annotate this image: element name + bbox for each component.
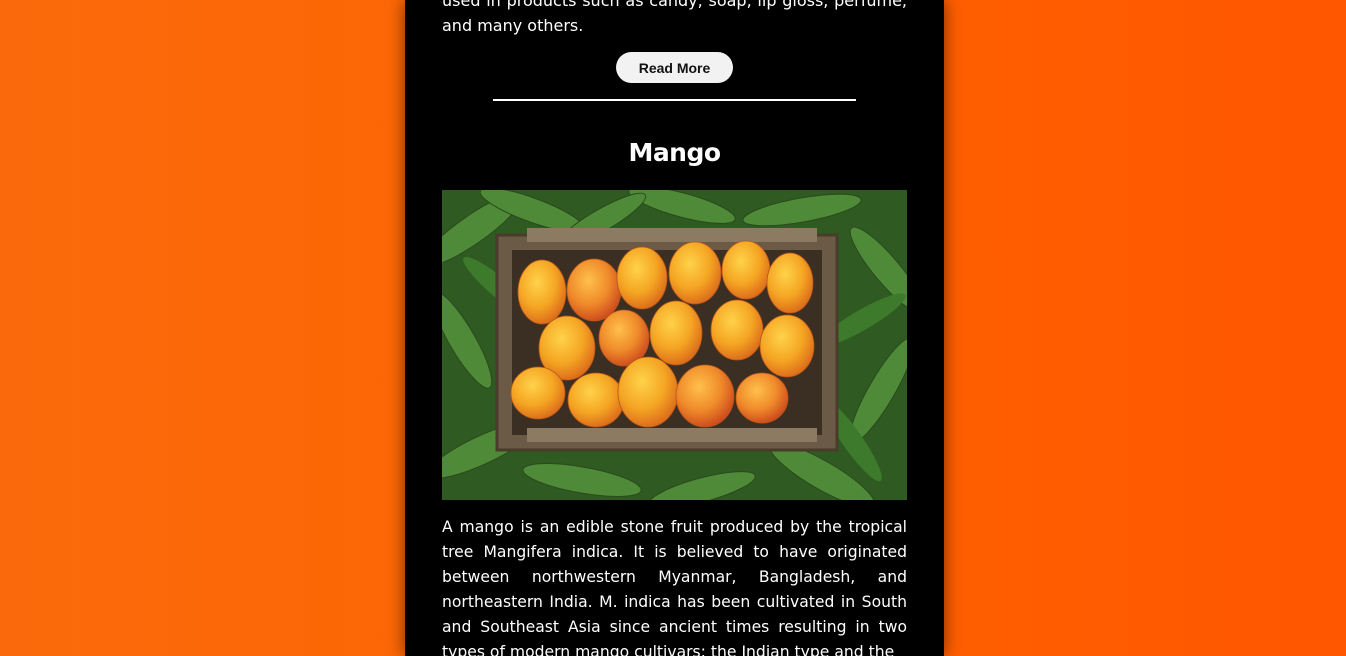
- previous-section-text: used in products such as candy, soap, li…: [442, 0, 907, 35]
- mango-description: A mango is an edible stone fruit produce…: [442, 518, 907, 656]
- section-title: Mango: [628, 138, 721, 167]
- read-more-button[interactable]: Read More: [616, 52, 733, 83]
- content-card: used in products such as candy, soap, li…: [405, 0, 944, 656]
- section-divider: [493, 99, 856, 101]
- mango-crate-image: [442, 190, 907, 500]
